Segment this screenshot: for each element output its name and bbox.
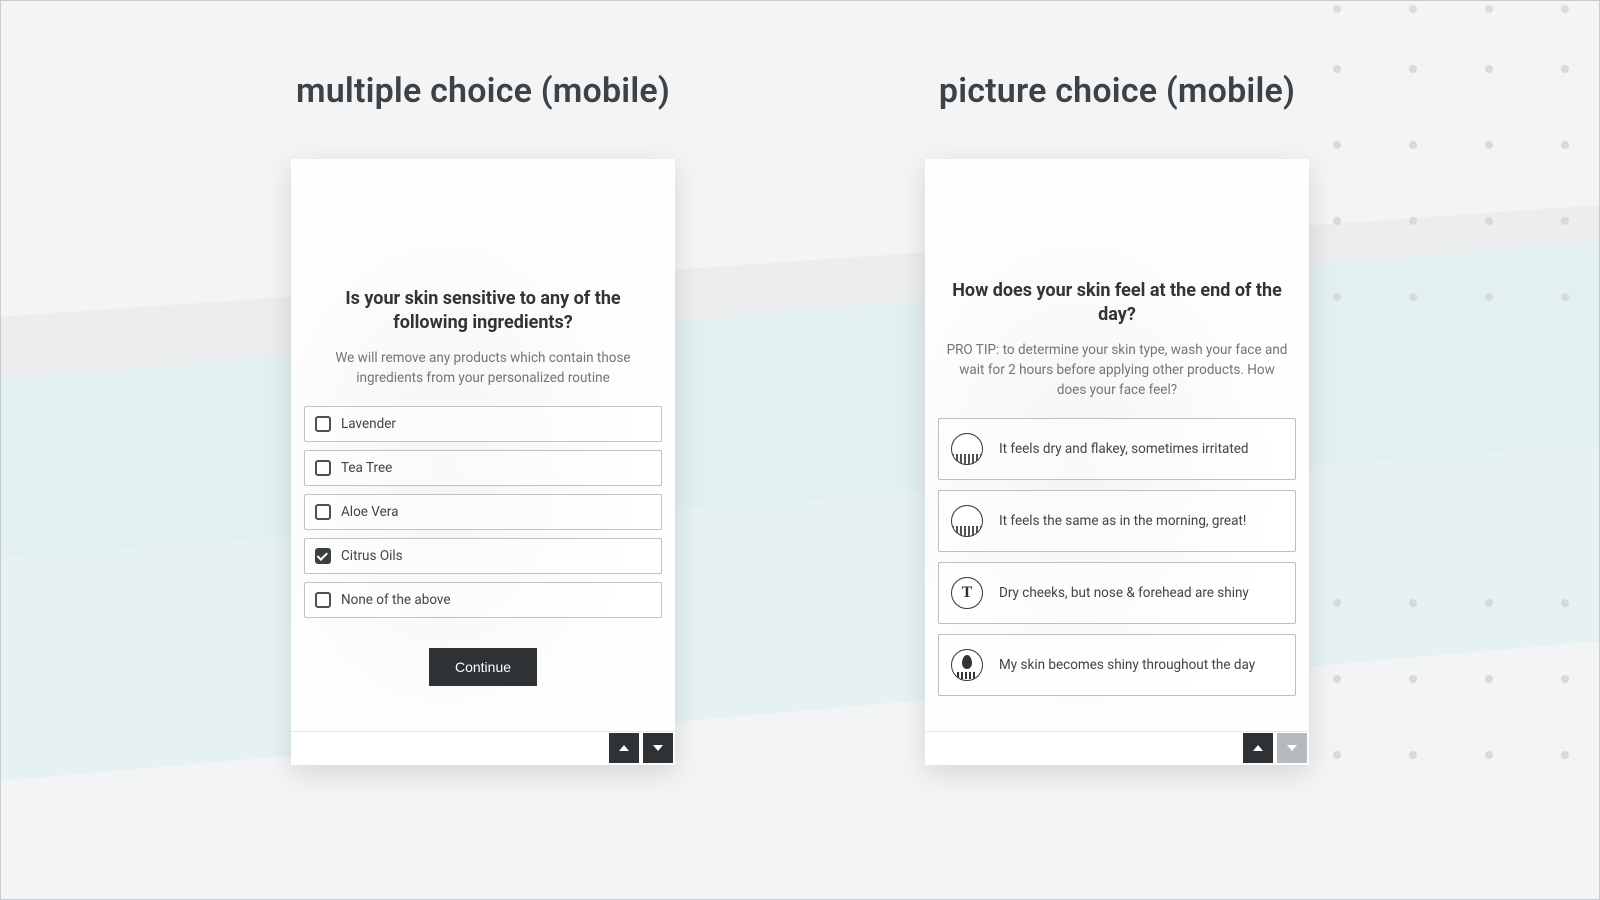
- question-subtext: PRO TIP: to determine your skin type, wa…: [937, 340, 1297, 419]
- picture-options-list: It feels dry and flakey, sometimes irrit…: [937, 418, 1297, 696]
- question-text: Is your skin sensitive to any of the fol…: [303, 287, 663, 336]
- continue-button[interactable]: Continue: [429, 648, 537, 686]
- phone-mockup-left: Is your skin sensitive to any of the fol…: [291, 159, 675, 765]
- checkbox-icon: [315, 504, 331, 520]
- chevron-up-icon: [619, 745, 629, 751]
- option-label: It feels dry and flakey, sometimes irrit…: [999, 441, 1249, 457]
- chevron-down-icon: [653, 745, 663, 751]
- checkbox-checked-icon: [315, 548, 331, 564]
- option-none[interactable]: None of the above: [304, 582, 662, 618]
- option-label: My skin becomes shiny throughout the day: [999, 657, 1255, 673]
- nav-up-button[interactable]: [1243, 733, 1273, 763]
- checkbox-icon: [315, 592, 331, 608]
- options-list: Lavender Tea Tree Aloe Vera Citrus Oils: [303, 406, 663, 618]
- option-aloe-vera[interactable]: Aloe Vera: [304, 494, 662, 530]
- option-shiny[interactable]: My skin becomes shiny throughout the day: [938, 634, 1296, 696]
- option-label: Citrus Oils: [341, 548, 403, 564]
- chevron-up-icon: [1253, 745, 1263, 751]
- oily-skin-icon: [951, 649, 983, 681]
- normal-skin-icon: [951, 505, 983, 537]
- nav-down-button[interactable]: [643, 733, 673, 763]
- tzone-icon: T: [951, 577, 983, 609]
- multiple-choice-column: multiple choice (mobile) Is your skin se…: [291, 71, 675, 899]
- option-lavender[interactable]: Lavender: [304, 406, 662, 442]
- option-label: Lavender: [341, 416, 396, 432]
- option-tzone[interactable]: T Dry cheeks, but nose & forehead are sh…: [938, 562, 1296, 624]
- option-same-morning[interactable]: It feels the same as in the morning, gre…: [938, 490, 1296, 552]
- question-subtext: We will remove any products which contai…: [303, 348, 663, 407]
- checkbox-icon: [315, 416, 331, 432]
- option-tea-tree[interactable]: Tea Tree: [304, 450, 662, 486]
- chevron-down-icon: [1287, 745, 1297, 751]
- option-label: None of the above: [341, 592, 451, 608]
- nav-down-button: [1277, 733, 1307, 763]
- picture-choice-column: picture choice (mobile) How does your sk…: [925, 71, 1309, 899]
- phone-nav-footer: [925, 731, 1309, 765]
- option-label: Tea Tree: [341, 460, 392, 476]
- option-citrus-oils[interactable]: Citrus Oils: [304, 538, 662, 574]
- question-text: How does your skin feel at the end of th…: [937, 279, 1297, 328]
- nav-up-button[interactable]: [609, 733, 639, 763]
- left-heading: multiple choice (mobile): [296, 71, 670, 111]
- option-dry-flakey[interactable]: It feels dry and flakey, sometimes irrit…: [938, 418, 1296, 480]
- phone-nav-footer: [291, 731, 675, 765]
- right-heading: picture choice (mobile): [939, 71, 1295, 111]
- phone-mockup-right: How does your skin feel at the end of th…: [925, 159, 1309, 765]
- checkbox-icon: [315, 460, 331, 476]
- option-label: It feels the same as in the morning, gre…: [999, 513, 1246, 529]
- option-label: Aloe Vera: [341, 504, 398, 520]
- dry-skin-icon: [951, 433, 983, 465]
- option-label: Dry cheeks, but nose & forehead are shin…: [999, 585, 1249, 601]
